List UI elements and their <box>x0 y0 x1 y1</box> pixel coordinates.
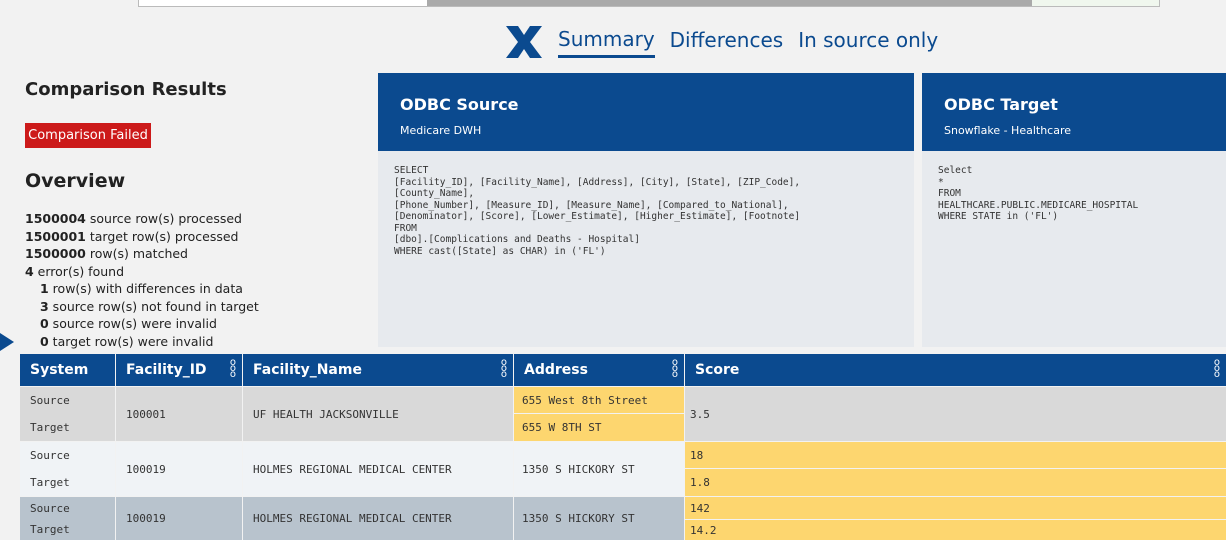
column-header-facility-name[interactable]: Facility_Name ooo <box>243 354 513 386</box>
target-title: ODBC Target <box>944 95 1058 114</box>
system-source-cell: Source <box>20 442 115 469</box>
stat-data-differences: 1 row(s) with differences in data <box>40 281 243 296</box>
pointer-arrow-icon <box>0 333 14 351</box>
app-logo-icon <box>506 26 542 58</box>
column-menu-icon[interactable]: ooo <box>501 358 507 380</box>
score-target-diff-cell: 1.8 <box>685 469 1226 496</box>
facility-id-cell: 100019 <box>116 442 242 496</box>
column-header-facility-id[interactable]: Facility_ID ooo <box>116 354 242 386</box>
score-source-diff-cell: 18 <box>685 442 1226 468</box>
address-cell: 1350 S HICKORY ST <box>514 442 684 496</box>
column-menu-icon[interactable]: ooo <box>1214 358 1220 380</box>
facility-name-cell: HOLMES REGIONAL MEDICAL CENTER <box>243 442 513 496</box>
address-cell: 1350 S HICKORY ST <box>514 497 684 540</box>
tab-summary[interactable]: Summary <box>558 27 655 58</box>
system-target-cell: Target <box>20 469 115 496</box>
tab-differences[interactable]: Differences <box>670 28 784 56</box>
stat-target-processed: 1500001 target row(s) processed <box>25 228 239 244</box>
stat-source-not-in-target: 3 source row(s) not found in target <box>40 298 259 314</box>
target-query: Select * FROM HEALTHCARE.PUBLIC.MEDICARE… <box>938 165 1139 222</box>
target-subtitle: Snowflake - Healthcare <box>944 124 1072 137</box>
scrollbar-track-end <box>1032 0 1159 6</box>
column-header-label: Score <box>695 362 740 378</box>
column-header-label: Address <box>524 362 588 378</box>
facility-name-cell: HOLMES REGIONAL MEDICAL CENTER <box>243 497 513 540</box>
column-menu-icon[interactable]: ooo <box>672 358 678 380</box>
horizontal-scrollbar[interactable] <box>138 0 1160 7</box>
target-panel-header: ODBC Target Snowflake - Healthcare <box>922 73 1226 151</box>
target-panel: ODBC Target Snowflake - Healthcare Selec… <box>922 73 1226 347</box>
source-query: SELECT [Facility_ID], [Facility_Name], [… <box>394 165 801 257</box>
facility-id-cell: 100019 <box>116 497 242 540</box>
column-header-label: Facility_Name <box>253 362 362 378</box>
source-panel-header: ODBC Source Medicare DWH <box>378 73 914 151</box>
stat-target-invalid: 0 target row(s) were invalid <box>40 333 214 349</box>
source-subtitle: Medicare DWH <box>400 124 482 137</box>
facility-name-cell: UF HEALTH JACKSONVILLE <box>243 387 513 441</box>
stat-errors: 4 error(s) found <box>25 263 125 279</box>
column-header-system[interactable]: System <box>20 354 115 386</box>
score-target-diff-cell: 14.2 <box>685 520 1226 540</box>
overview-heading: Overview <box>25 170 126 192</box>
column-header-label: System <box>30 362 89 378</box>
stat-source-processed: 1500004 source row(s) processed <box>25 211 242 226</box>
stat-matched: 1500000 row(s) matched <box>25 246 188 261</box>
source-panel: ODBC Source Medicare DWH SELECT [Facilit… <box>378 73 914 347</box>
system-source-cell: Source <box>20 497 115 519</box>
stat-source-invalid: 0 source row(s) were invalid <box>40 316 217 331</box>
tab-in-source-only[interactable]: In source only <box>798 28 938 56</box>
comparison-results-heading: Comparison Results <box>25 79 227 100</box>
address-source-diff-cell: 655 West 8th Street <box>514 387 684 413</box>
facility-id-cell: 100001 <box>116 387 242 441</box>
differences-grid: System Facility_ID ooo Facility_Name ooo… <box>0 354 1226 540</box>
score-source-diff-cell: 142 <box>685 497 1226 519</box>
source-title: ODBC Source <box>400 95 519 114</box>
column-header-address[interactable]: Address ooo <box>514 354 684 386</box>
system-source-cell: Source <box>20 387 115 414</box>
column-header-score[interactable]: Score ooo <box>685 354 1226 386</box>
score-cell: 3.5 <box>685 387 1226 441</box>
address-target-diff-cell: 655 W 8TH ST <box>514 414 684 441</box>
system-target-cell: Target <box>20 519 115 540</box>
column-menu-icon[interactable]: ooo <box>230 358 236 380</box>
status-badge: Comparison Failed <box>25 123 151 148</box>
column-header-label: Facility_ID <box>126 362 207 378</box>
system-target-cell: Target <box>20 414 115 441</box>
overview-stats: 1500004 source row(s) processed 1500001 … <box>25 210 259 350</box>
scrollbar-thumb[interactable] <box>427 0 1032 6</box>
report-nav: Summary Differences In source only <box>504 22 953 62</box>
